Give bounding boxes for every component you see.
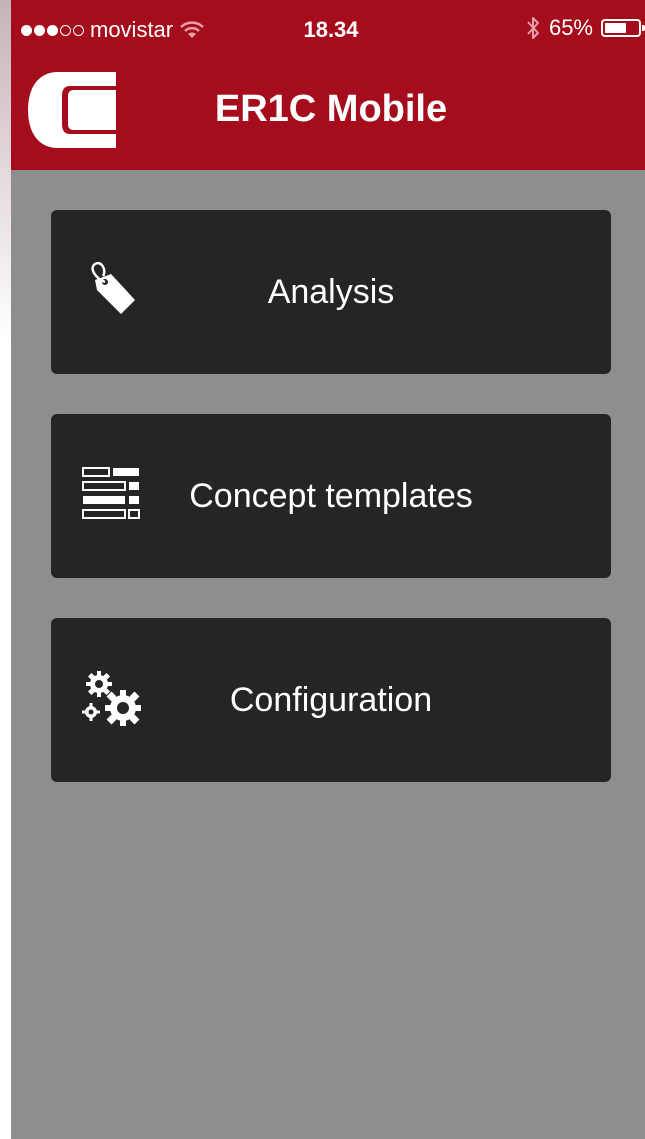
menu-item-label: Configuration	[229, 681, 433, 719]
app-header: movistar 18.34 65% ER1C Mobile	[11, 0, 645, 170]
analysis-button[interactable]: Analysis	[51, 210, 611, 374]
concept-templates-button[interactable]: Concept templates	[51, 414, 611, 578]
app-screen: movistar 18.34 65% ER1C Mobile Analysis …	[11, 0, 645, 1139]
configuration-button[interactable]: Configuration	[51, 618, 611, 782]
battery-percent: 65%	[548, 15, 593, 40]
battery-icon	[601, 19, 645, 37]
app-title: ER1C Mobile	[214, 88, 448, 130]
menu-item-label: Concept templates	[189, 477, 473, 515]
main-menu: Analysis Concept templates Configuration	[51, 210, 611, 822]
battery-level	[605, 23, 626, 33]
status-bar: movistar 18.34 65%	[11, 0, 645, 62]
menu-item-label: Analysis	[267, 273, 395, 311]
status-right: 65%	[525, 15, 645, 41]
bluetooth-icon	[527, 17, 539, 39]
background-edge	[0, 0, 11, 1139]
